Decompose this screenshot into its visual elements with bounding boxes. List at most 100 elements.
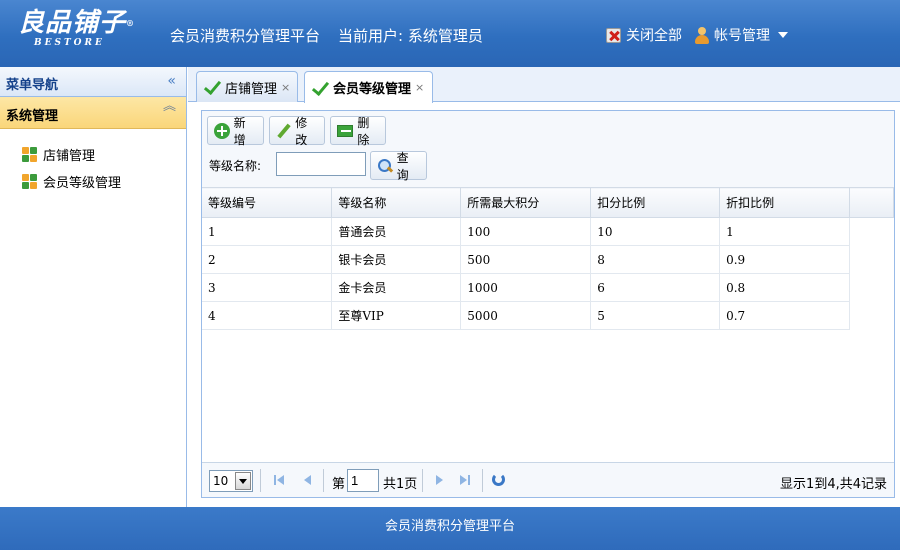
pagination-bar: 10 第 共1页 显示1到4,共4记录	[202, 462, 894, 497]
column-header-filler	[849, 187, 895, 218]
tab-label: 店铺管理	[225, 81, 278, 97]
cell-discount-ratio: 1	[719, 217, 850, 246]
menu-list: 店铺管理 会员等级管理	[0, 129, 186, 195]
cell-level-id: 1	[202, 217, 333, 246]
check-icon	[203, 80, 221, 94]
main-content: 店铺管理 × 会员等级管理 × 新增 修改 删除 等级名称: 查询 等级编号 等…	[188, 67, 900, 507]
cell-level-name: 至尊VIP	[331, 301, 462, 330]
cell-max-points: 1000	[460, 273, 592, 302]
cell-level-id: 2	[202, 245, 333, 274]
cell-discount-ratio: 0.9	[719, 245, 850, 274]
delete-label: 删除	[357, 115, 370, 147]
chevron-down-icon	[235, 472, 251, 490]
prev-page-icon[interactable]	[302, 474, 314, 486]
sidebar-item-label: 会员等级管理	[43, 176, 122, 191]
logo-subtext: BESTORE	[34, 38, 105, 48]
tab-member-level-management[interactable]: 会员等级管理 ×	[304, 71, 433, 103]
module-icon	[22, 147, 37, 162]
cell-deduct-ratio: 5	[590, 301, 721, 330]
app-header: 良品铺子® BESTORE 会员消费积分管理平台 当前用户: 系统管理员 关闭全…	[0, 0, 900, 67]
refresh-icon[interactable]	[492, 473, 505, 486]
member-level-panel: 新增 修改 删除 等级名称: 查询 等级编号 等级名称 所需最大积分 扣分比例 …	[201, 110, 895, 498]
add-button[interactable]: 新增	[207, 115, 264, 147]
logo-text: 良品铺子	[18, 8, 127, 38]
column-header[interactable]: 等级编号	[202, 187, 333, 218]
delete-button[interactable]: 删除	[330, 115, 386, 147]
cell-discount-ratio: 0.7	[719, 301, 850, 330]
column-header[interactable]: 等级名称	[331, 187, 462, 218]
cell-max-points: 5000	[460, 301, 592, 330]
collapse-sidebar-icon[interactable]: «	[167, 73, 176, 89]
sidebar-item-label: 店铺管理	[43, 149, 96, 164]
page-size-select[interactable]: 10	[209, 470, 253, 492]
separator	[260, 469, 261, 492]
sidebar-header: 菜单导航 «	[0, 67, 186, 97]
grid-header-row: 等级编号 等级名称 所需最大积分 扣分比例 折扣比例	[202, 187, 895, 218]
separator	[422, 469, 423, 492]
tab-close-icon[interactable]: ×	[415, 81, 424, 94]
cell-deduct-ratio: 8	[590, 245, 721, 274]
edit-button[interactable]: 修改	[269, 115, 325, 147]
app-title: 会员消费积分管理平台	[170, 27, 321, 45]
close-all-label: 关闭全部	[626, 28, 682, 44]
last-page-icon[interactable]	[460, 474, 472, 486]
column-header[interactable]: 所需最大积分	[460, 187, 592, 218]
tab-close-icon[interactable]: ×	[281, 81, 290, 94]
search-button[interactable]: 查询	[370, 150, 427, 182]
current-user: 当前用户: 系统管理员	[338, 27, 483, 45]
tab-store-management[interactable]: 店铺管理 ×	[196, 71, 298, 102]
app-footer: 会员消费积分管理平台	[0, 507, 900, 550]
table-row[interactable]: 3 金卡会员 1000 6 0.8	[202, 273, 894, 302]
pencil-icon	[276, 123, 291, 139]
accordion-title: 系统管理	[6, 109, 59, 124]
cell-max-points: 500	[460, 245, 592, 274]
brand-logo: 良品铺子® BESTORE	[18, 8, 138, 60]
member-level-grid: 等级编号 等级名称 所需最大积分 扣分比例 折扣比例 1 普通会员 100 10	[202, 187, 895, 330]
row-filler	[849, 302, 893, 330]
level-name-input[interactable]	[276, 152, 366, 176]
check-icon	[311, 81, 329, 95]
account-label: 帐号管理	[714, 28, 770, 44]
close-icon	[606, 27, 621, 43]
row-filler	[849, 274, 893, 302]
next-page-icon[interactable]	[434, 474, 446, 486]
first-page-icon[interactable]	[274, 474, 286, 486]
collapse-section-icon[interactable]: ︽	[163, 100, 176, 113]
accordion-header-system[interactable]: 系统管理 ︽	[0, 97, 186, 129]
chevron-down-icon	[778, 32, 788, 38]
page-size-value: 10	[213, 474, 229, 488]
sidebar-item-store-management[interactable]: 店铺管理	[0, 141, 186, 168]
column-header[interactable]: 扣分比例	[590, 187, 721, 218]
edit-label: 修改	[295, 115, 308, 147]
add-label: 新增	[233, 115, 246, 147]
search-icon	[377, 158, 393, 174]
plus-icon	[214, 122, 230, 139]
table-row[interactable]: 1 普通会员 100 10 1	[202, 217, 894, 246]
column-header[interactable]: 折扣比例	[719, 187, 850, 218]
row-filler	[849, 218, 893, 246]
account-menu-button[interactable]: 帐号管理	[695, 25, 788, 45]
cell-level-id: 4	[202, 301, 333, 330]
sidebar-title: 菜单导航	[6, 78, 59, 93]
tab-label: 会员等级管理	[333, 82, 412, 97]
close-all-button[interactable]: 关闭全部	[606, 25, 682, 45]
cell-level-id: 3	[202, 273, 333, 302]
cell-deduct-ratio: 6	[590, 273, 721, 302]
table-row[interactable]: 2 银卡会员 500 8 0.9	[202, 245, 894, 274]
cell-deduct-ratio: 10	[590, 217, 721, 246]
toolbar: 新增 修改 删除 等级名称: 查询	[202, 111, 894, 187]
level-name-label: 等级名称:	[209, 159, 262, 173]
search-button-label: 查询	[396, 150, 409, 182]
row-filler	[849, 246, 893, 274]
module-icon	[22, 174, 37, 189]
cell-discount-ratio: 0.8	[719, 273, 850, 302]
page-total: 共1页	[383, 477, 418, 492]
sidebar-item-member-level-management[interactable]: 会员等级管理	[0, 168, 186, 195]
separator	[482, 469, 483, 492]
table-row[interactable]: 4 至尊VIP 5000 5 0.7	[202, 301, 894, 330]
separator	[323, 469, 324, 492]
cell-level-name: 金卡会员	[331, 273, 462, 302]
footer-text: 会员消费积分管理平台	[384, 519, 515, 534]
page-number-input[interactable]	[347, 469, 379, 492]
sidebar: 菜单导航 « 系统管理 ︽ 店铺管理 会员等级管理	[0, 67, 187, 507]
